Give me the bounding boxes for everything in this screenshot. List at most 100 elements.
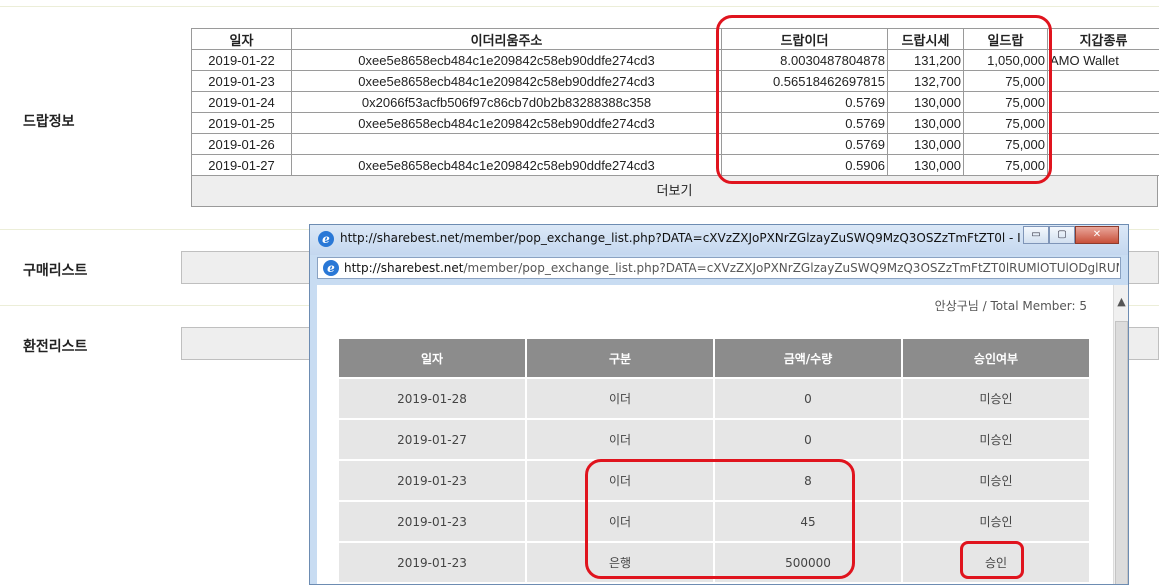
section-label-drop-info: 드랍정보 [23, 114, 75, 130]
cell-wallet-type [1047, 154, 1159, 176]
more-button[interactable]: 더보기 [191, 175, 1158, 207]
cell-amount: 0 [715, 420, 901, 459]
popup-content: 안상구님 / Total Member: 5 일자 구분 금액/수량 승인여부 … [317, 285, 1113, 584]
section-label-purchase-list: 구매리스트 [23, 263, 88, 279]
maximize-button[interactable]: ▢ [1049, 226, 1075, 244]
cell-address: 0x2066f53acfb506f97c86cb7d0b2b83288388c3… [291, 91, 722, 113]
header-date: 일자 [339, 339, 525, 377]
cell-address: 0xee5e8658ecb484c1e209842c58eb90ddfe274c… [291, 49, 722, 71]
cell-amount: 0 [715, 379, 901, 418]
exchange-table-header-row: 일자 구분 금액/수량 승인여부 [339, 339, 1089, 377]
cell-type: 이더 [527, 379, 713, 418]
cell-approval: 미승인 [903, 420, 1089, 459]
close-button[interactable]: ✕ [1075, 226, 1119, 244]
table-row: 2019-01-28 이더 0 미승인 [339, 379, 1089, 418]
vertical-scrollbar[interactable]: ▲ [1113, 285, 1128, 584]
section-label-exchange-list: 환전리스트 [23, 339, 88, 355]
table-row: 2019-01-23 은행 500000 승인 [339, 543, 1089, 582]
cell-daily-drop: 1,050,000 [963, 49, 1048, 71]
table-row: 2019-01-27 0xee5e8658ecb484c1e209842c58e… [191, 154, 1159, 176]
cell-drop-price: 130,000 [887, 154, 964, 176]
chevron-up-icon[interactable]: ▲ [1114, 295, 1128, 313]
cell-amount: 500000 [715, 543, 901, 582]
cell-date: 2019-01-26 [191, 133, 292, 155]
table-row: 2019-01-24 0x2066f53acfb506f97c86cb7d0b2… [191, 91, 1159, 113]
cell-drop-price: 130,000 [887, 91, 964, 113]
address-bar[interactable]: e http://sharebest.net/member/pop_exchan… [317, 257, 1121, 279]
header-daily-drop: 일드랍 [963, 28, 1048, 50]
cell-date: 2019-01-27 [191, 154, 292, 176]
url-host: http://sharebest.net [344, 261, 464, 275]
drop-table-header-row: 일자 이더리움주소 드랍이더 드랍시세 일드랍 지갑종류 [191, 28, 1159, 50]
header-amount: 금액/수량 [715, 339, 901, 377]
cell-drop-ether: 0.5769 [721, 133, 888, 155]
cell-address: 0xee5e8658ecb484c1e209842c58eb90ddfe274c… [291, 112, 722, 134]
cell-wallet-type [1047, 70, 1159, 92]
cell-drop-ether: 0.5769 [721, 112, 888, 134]
cell-wallet-type [1047, 91, 1159, 113]
cell-daily-drop: 75,000 [963, 91, 1048, 113]
header-date: 일자 [191, 28, 292, 50]
header-type: 구분 [527, 339, 713, 377]
cell-daily-drop: 75,000 [963, 70, 1048, 92]
cell-date: 2019-01-23 [191, 70, 292, 92]
header-drop-ether: 드랍이더 [721, 28, 888, 50]
cell-approval: 미승인 [903, 461, 1089, 500]
divider [0, 6, 1159, 7]
internet-explorer-icon: e [318, 231, 334, 247]
table-row: 2019-01-23 이더 45 미승인 [339, 502, 1089, 541]
table-row: 2019-01-27 이더 0 미승인 [339, 420, 1089, 459]
table-row: 2019-01-26 0.5769 130,000 75,000 [191, 133, 1159, 155]
cell-drop-ether: 0.5769 [721, 91, 888, 113]
cell-drop-ether: 0.5906 [721, 154, 888, 176]
cell-drop-price: 130,000 [887, 112, 964, 134]
header-approval: 승인여부 [903, 339, 1089, 377]
cell-date: 2019-01-28 [339, 379, 525, 418]
cell-date: 2019-01-23 [339, 502, 525, 541]
cell-drop-price: 131,200 [887, 49, 964, 71]
address-url: http://sharebest.net/member/pop_exchange… [344, 261, 1119, 275]
header-wallet-type: 지갑종류 [1047, 28, 1159, 50]
cell-amount: 8 [715, 461, 901, 500]
table-row: 2019-01-25 0xee5e8658ecb484c1e209842c58e… [191, 112, 1159, 134]
cell-date: 2019-01-25 [191, 112, 292, 134]
cell-drop-ether: 0.56518462697815 [721, 70, 888, 92]
cell-drop-ether: 8.0030487804878 [721, 49, 888, 71]
cell-date: 2019-01-23 [339, 461, 525, 500]
cell-address: 0xee5e8658ecb484c1e209842c58eb90ddfe274c… [291, 154, 722, 176]
header-eth-address: 이더리움주소 [291, 28, 722, 50]
url-path: /member/pop_exchange_list.php?DATA=cXVzZ… [463, 261, 1120, 275]
cell-date: 2019-01-23 [339, 543, 525, 582]
table-row: 2019-01-22 0xee5e8658ecb484c1e209842c58e… [191, 49, 1159, 71]
cell-wallet-type: AMO Wallet [1047, 49, 1159, 71]
cell-address: 0xee5e8658ecb484c1e209842c58eb90ddfe274c… [291, 70, 722, 92]
internet-explorer-icon: e [323, 260, 339, 276]
popup-titlebar[interactable]: e http://sharebest.net/member/pop_exchan… [310, 225, 1128, 255]
table-row: 2019-01-23 이더 8 미승인 [339, 461, 1089, 500]
exchange-table: 일자 구분 금액/수량 승인여부 2019-01-28 이더 0 미승인 201… [337, 337, 1091, 584]
cell-approval: 미승인 [903, 502, 1089, 541]
scroll-thumb[interactable] [1115, 321, 1128, 584]
cell-drop-price: 130,000 [887, 133, 964, 155]
user-info: 안상구님 / Total Member: 5 [934, 299, 1087, 313]
cell-approval: 승인 [903, 543, 1089, 582]
popup-title: http://sharebest.net/member/pop_exchange… [340, 231, 1020, 245]
cell-date: 2019-01-24 [191, 91, 292, 113]
table-row: 2019-01-23 0xee5e8658ecb484c1e209842c58e… [191, 70, 1159, 92]
popup-window: e http://sharebest.net/member/pop_exchan… [309, 224, 1129, 585]
cell-wallet-type [1047, 133, 1159, 155]
cell-daily-drop: 75,000 [963, 154, 1048, 176]
cell-date: 2019-01-22 [191, 49, 292, 71]
minimize-button[interactable]: ▭ [1023, 226, 1049, 244]
header-drop-price: 드랍시세 [887, 28, 964, 50]
cell-address [291, 133, 722, 155]
cell-daily-drop: 75,000 [963, 133, 1048, 155]
cell-type: 이더 [527, 461, 713, 500]
cell-date: 2019-01-27 [339, 420, 525, 459]
cell-type: 이더 [527, 420, 713, 459]
cell-drop-price: 132,700 [887, 70, 964, 92]
cell-type: 이더 [527, 502, 713, 541]
cell-approval: 미승인 [903, 379, 1089, 418]
cell-type: 은행 [527, 543, 713, 582]
cell-wallet-type [1047, 112, 1159, 134]
